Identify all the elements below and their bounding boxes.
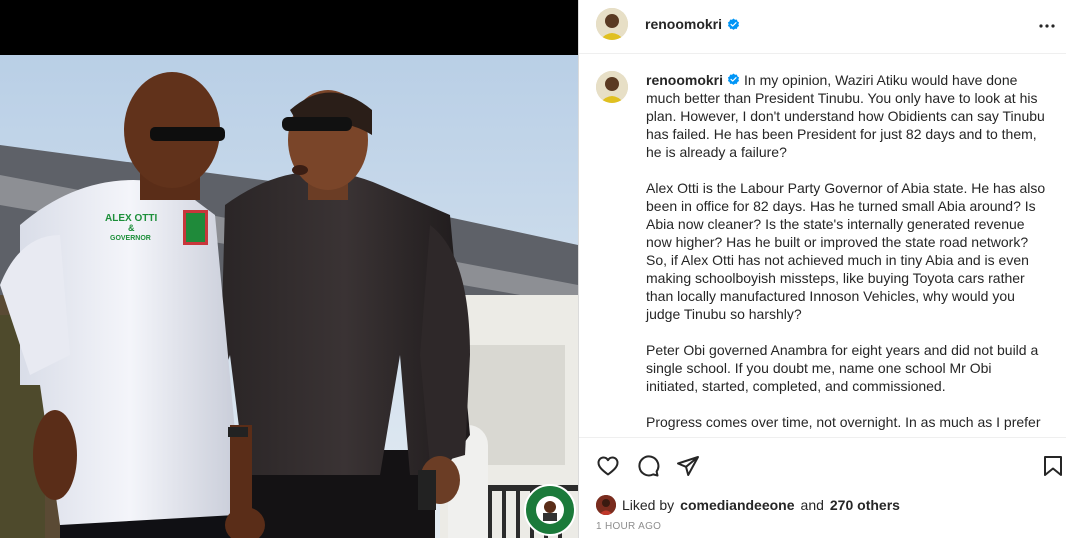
photo-illustration: ALEX OTTI & GOVERNOR <box>0 55 578 538</box>
media-team-logo <box>524 484 576 536</box>
shirt-text-line3: GOVERNOR <box>110 235 151 242</box>
caption-paragraph: Peter Obi governed Anambra for eight yea… <box>646 342 1039 394</box>
liked-by-user[interactable]: comediandeeone <box>680 497 794 513</box>
post-panel: renoomokri renoomokri In my opinion, Wazi… <box>578 0 1066 538</box>
likes-summary: Liked by comediandeeone and 270 others <box>596 495 900 515</box>
post-media: ALEX OTTI & GOVERNOR <box>0 0 578 538</box>
caption-username[interactable]: renoomokri <box>646 72 723 88</box>
bookmark-icon[interactable] <box>1041 454 1065 478</box>
heart-icon[interactable] <box>596 454 620 478</box>
liker-avatar[interactable] <box>596 495 616 515</box>
caption-avatar[interactable] <box>596 71 628 103</box>
post-timestamp[interactable]: 1 HOUR AGO <box>596 521 661 532</box>
comment-icon[interactable] <box>636 454 660 478</box>
author-name-row: renoomokri <box>645 16 740 32</box>
post-caption: renoomokri In my opinion, Waziri Atiku wo… <box>646 71 1046 437</box>
author-username[interactable]: renoomokri <box>645 16 722 32</box>
shirt-text-line2: & <box>128 223 135 233</box>
post-header: renoomokri <box>579 0 1066 54</box>
liked-by-and: and <box>800 497 824 513</box>
caption-paragraph: Progress comes over time, not overnight.… <box>646 414 1041 430</box>
more-options-icon[interactable] <box>1035 14 1059 38</box>
post-photo[interactable]: ALEX OTTI & GOVERNOR <box>0 55 578 538</box>
liked-by-prefix: Liked by <box>622 497 675 513</box>
caption-area[interactable]: renoomokri In my opinion, Waziri Atiku wo… <box>579 55 1066 437</box>
liked-by-others[interactable]: 270 others <box>830 497 900 513</box>
caption-paragraph: renoomokri In my opinion, Waziri Atiku wo… <box>646 71 1046 161</box>
post-actions: Liked by comediandeeone and 270 others 1… <box>579 437 1066 538</box>
send-icon[interactable] <box>676 454 700 478</box>
verified-badge-icon <box>727 18 740 30</box>
verified-badge-icon <box>727 73 740 85</box>
caption-paragraph: Alex Otti is the Labour Party Governor o… <box>646 180 1046 322</box>
author-avatar[interactable] <box>596 8 628 40</box>
